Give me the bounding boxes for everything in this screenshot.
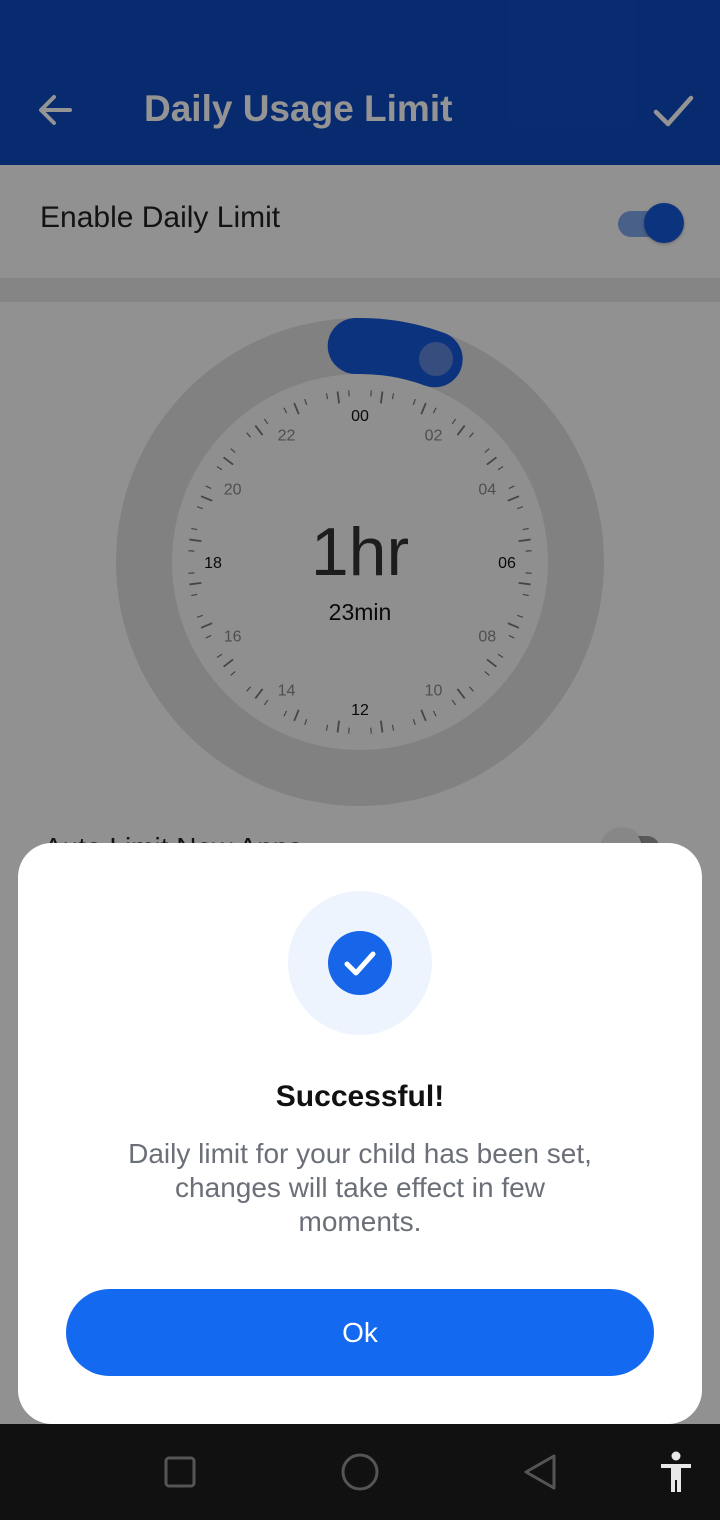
check-circle-icon bbox=[328, 931, 392, 995]
dialog-message: Daily limit for your child has been set,… bbox=[128, 1138, 592, 1237]
success-icon-halo bbox=[288, 891, 432, 1035]
accessibility-icon[interactable] bbox=[650, 1446, 702, 1498]
recent-apps-icon[interactable] bbox=[154, 1446, 206, 1498]
back-icon[interactable] bbox=[514, 1446, 566, 1498]
home-icon[interactable] bbox=[334, 1446, 386, 1498]
system-nav-bar bbox=[0, 1424, 720, 1520]
success-dialog: Successful! Daily limit for your child h… bbox=[18, 843, 702, 1424]
dialog-title: Successful! bbox=[275, 1080, 445, 1113]
ok-button[interactable]: Ok bbox=[66, 1289, 654, 1376]
